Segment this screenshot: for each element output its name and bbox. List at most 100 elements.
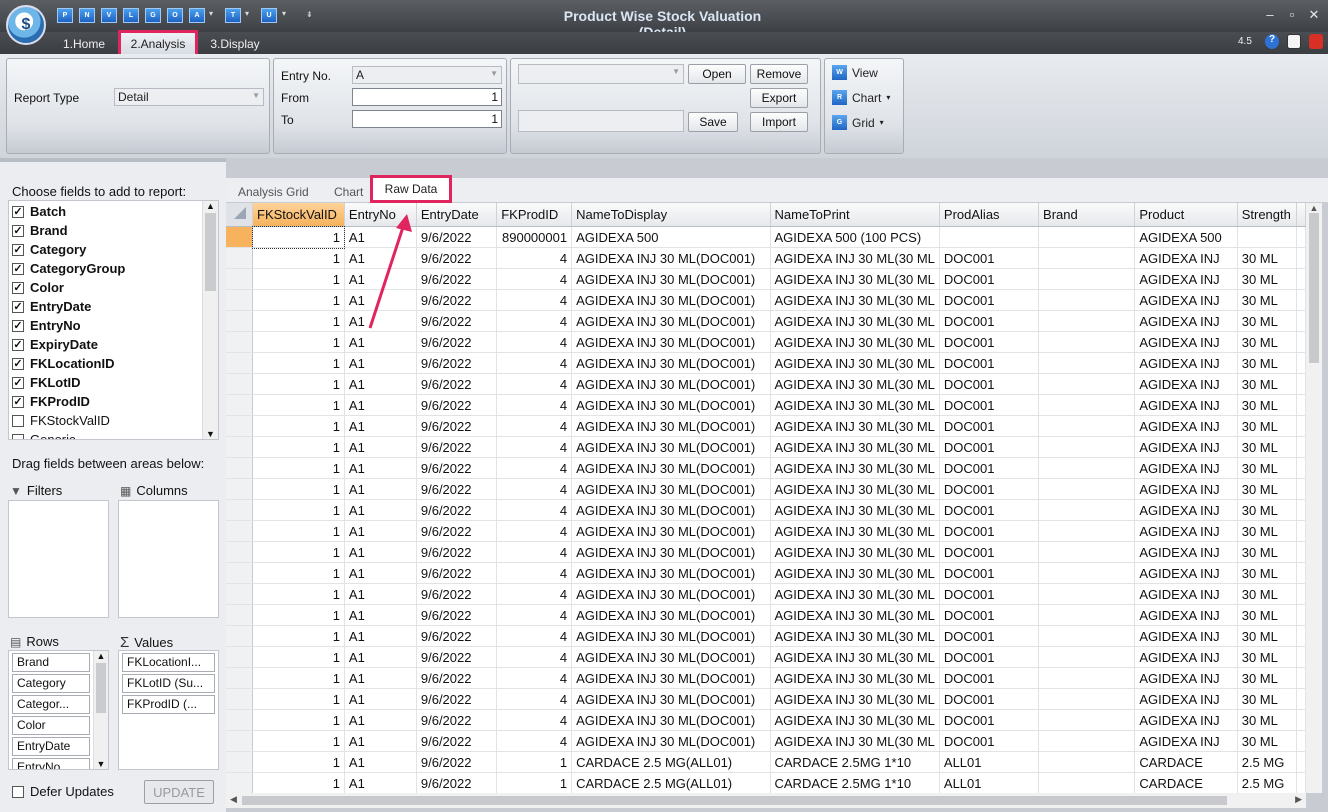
table-cell[interactable] [1038,289,1136,311]
remove-button[interactable]: Remove [750,64,808,84]
row-header[interactable] [226,667,253,689]
table-cell[interactable]: A1 [344,688,417,710]
tab-analysis-grid[interactable]: Analysis Grid [238,185,309,199]
row-header[interactable] [226,331,253,353]
checkbox[interactable]: ✓ [12,395,24,408]
from-input[interactable]: 1 [352,88,502,106]
tab-raw-data[interactable]: Raw Data [370,175,452,203]
table-cell[interactable]: 9/6/2022 [416,478,498,500]
table-cell[interactable]: DOC001 [939,625,1040,647]
table-cell[interactable]: A1 [344,436,417,458]
table-cell[interactable]: DOC001 [939,667,1040,689]
table-cell[interactable]: 9/6/2022 [416,604,498,626]
table-cell[interactable]: AGIDEXA INJ 30 ML(DOC001) [571,331,771,353]
scroll-down-icon[interactable]: ▼ [203,429,218,439]
table-row[interactable]: 1 A1 9/6/2022 4 AGIDEXA INJ 30 ML(DOC001) AGI… [226,499,1306,521]
table-cell[interactable]: 1 [252,688,345,710]
table-cell[interactable]: DOC001 [939,289,1040,311]
scroll-thumb[interactable] [96,663,106,713]
table-cell[interactable]: AGIDEXA 500 [571,226,771,248]
table-cell[interactable]: 1 [252,331,345,353]
table-row[interactable]: 1 A1 9/6/2022 4 AGIDEXA INJ 30 ML(DOC001) AGI… [226,583,1306,605]
checkbox[interactable]: ✓ [12,357,24,370]
table-cell[interactable]: 1 [252,583,345,605]
import-button[interactable]: Import [750,112,808,132]
export-button[interactable]: Export [750,88,808,108]
qat-print-icon[interactable]: P [57,8,73,23]
table-cell[interactable]: AGIDEXA INJ [1134,520,1238,542]
table-cell[interactable]: AGIDEXA INJ [1134,331,1238,353]
table-cell[interactable] [1296,310,1306,332]
table-cell[interactable] [1296,751,1306,773]
table-cell[interactable]: A1 [344,730,417,752]
open-button[interactable]: Open [688,64,746,84]
scroll-down-icon[interactable]: ▼ [94,759,108,769]
table-row[interactable]: 1 A1 9/6/2022 4 AGIDEXA INJ 30 ML(DOC001) AGI… [226,352,1306,374]
table-cell[interactable]: 1 [496,772,573,793]
table-cell[interactable]: 9/6/2022 [416,646,498,668]
table-cell[interactable]: A1 [344,667,417,689]
table-cell[interactable]: A1 [344,394,417,416]
column-header[interactable] [1296,203,1306,227]
table-cell[interactable]: 9/6/2022 [416,415,498,437]
row-header[interactable] [226,625,253,647]
table-cell[interactable] [1296,268,1306,290]
value-field-chip[interactable]: FKProdID (... [122,695,215,714]
table-cell[interactable]: AGIDEXA INJ 30 ML(DOC001) [571,625,771,647]
table-cell[interactable]: A1 [344,352,417,374]
table-cell[interactable]: 30 ML [1237,520,1298,542]
column-header[interactable]: FKProdID [496,203,573,227]
table-row[interactable]: 1 A1 9/6/2022 4 AGIDEXA INJ 30 ML(DOC001) AGI… [226,436,1306,458]
row-header[interactable] [226,436,253,458]
table-cell[interactable]: 30 ML [1237,478,1298,500]
field-item[interactable]: ✓ FKLocationID [9,354,203,373]
row-header[interactable] [226,352,253,374]
row-header[interactable] [226,478,253,500]
table-cell[interactable] [1038,352,1136,374]
table-cell[interactable]: AGIDEXA INJ 30 ML(DOC001) [571,583,771,605]
table-cell[interactable]: AGIDEXA INJ 30 ML(30 ML [770,478,940,500]
checkbox[interactable] [12,785,24,798]
tab-chart[interactable]: Chart [334,185,363,199]
table-cell[interactable]: AGIDEXA INJ 30 ML(DOC001) [571,310,771,332]
table-cell[interactable]: AGIDEXA INJ [1134,289,1238,311]
table-cell[interactable]: 9/6/2022 [416,289,498,311]
table-cell[interactable]: AGIDEXA INJ 30 ML(30 ML [770,415,940,437]
table-cell[interactable]: AGIDEXA INJ [1134,709,1238,731]
table-cell[interactable]: A1 [344,415,417,437]
table-cell[interactable]: 4 [496,604,573,626]
table-cell[interactable]: 1 [252,646,345,668]
defer-updates-checkbox[interactable]: Defer Updates [12,784,114,799]
table-cell[interactable] [1296,373,1306,395]
table-cell[interactable] [1038,730,1136,752]
filters-area[interactable] [8,500,109,618]
table-cell[interactable]: 30 ML [1237,373,1298,395]
table-cell[interactable]: DOC001 [939,394,1040,416]
checkbox[interactable] [12,433,24,439]
table-cell[interactable]: 30 ML [1237,730,1298,752]
entry-no-select[interactable]: A ▼ [352,66,502,84]
table-cell[interactable]: 1 [252,478,345,500]
table-cell[interactable]: 1 [252,562,345,584]
table-cell[interactable]: AGIDEXA INJ 30 ML(DOC001) [571,541,771,563]
table-cell[interactable]: 4 [496,457,573,479]
table-cell[interactable] [1038,520,1136,542]
table-cell[interactable]: 30 ML [1237,268,1298,290]
table-cell[interactable]: AGIDEXA INJ [1134,478,1238,500]
table-cell[interactable]: AGIDEXA INJ 30 ML(DOC001) [571,499,771,521]
table-cell[interactable]: 30 ML [1237,499,1298,521]
table-cell[interactable]: A1 [344,625,417,647]
table-cell[interactable]: AGIDEXA INJ 30 ML(DOC001) [571,268,771,290]
table-cell[interactable]: DOC001 [939,520,1040,542]
table-cell[interactable]: 9/6/2022 [416,562,498,584]
table-cell[interactable] [1038,604,1136,626]
table-cell[interactable]: 4 [496,667,573,689]
table-cell[interactable]: DOC001 [939,457,1040,479]
table-row[interactable]: 1 A1 9/6/2022 4 AGIDEXA INJ 30 ML(DOC001) AGI… [226,373,1306,395]
table-cell[interactable] [1038,709,1136,731]
table-cell[interactable]: 1 [252,394,345,416]
table-cell[interactable]: AGIDEXA INJ 30 ML(30 ML [770,289,940,311]
table-cell[interactable]: 4 [496,310,573,332]
table-cell[interactable]: AGIDEXA INJ 30 ML(30 ML [770,730,940,752]
checkbox[interactable]: ✓ [12,300,24,313]
